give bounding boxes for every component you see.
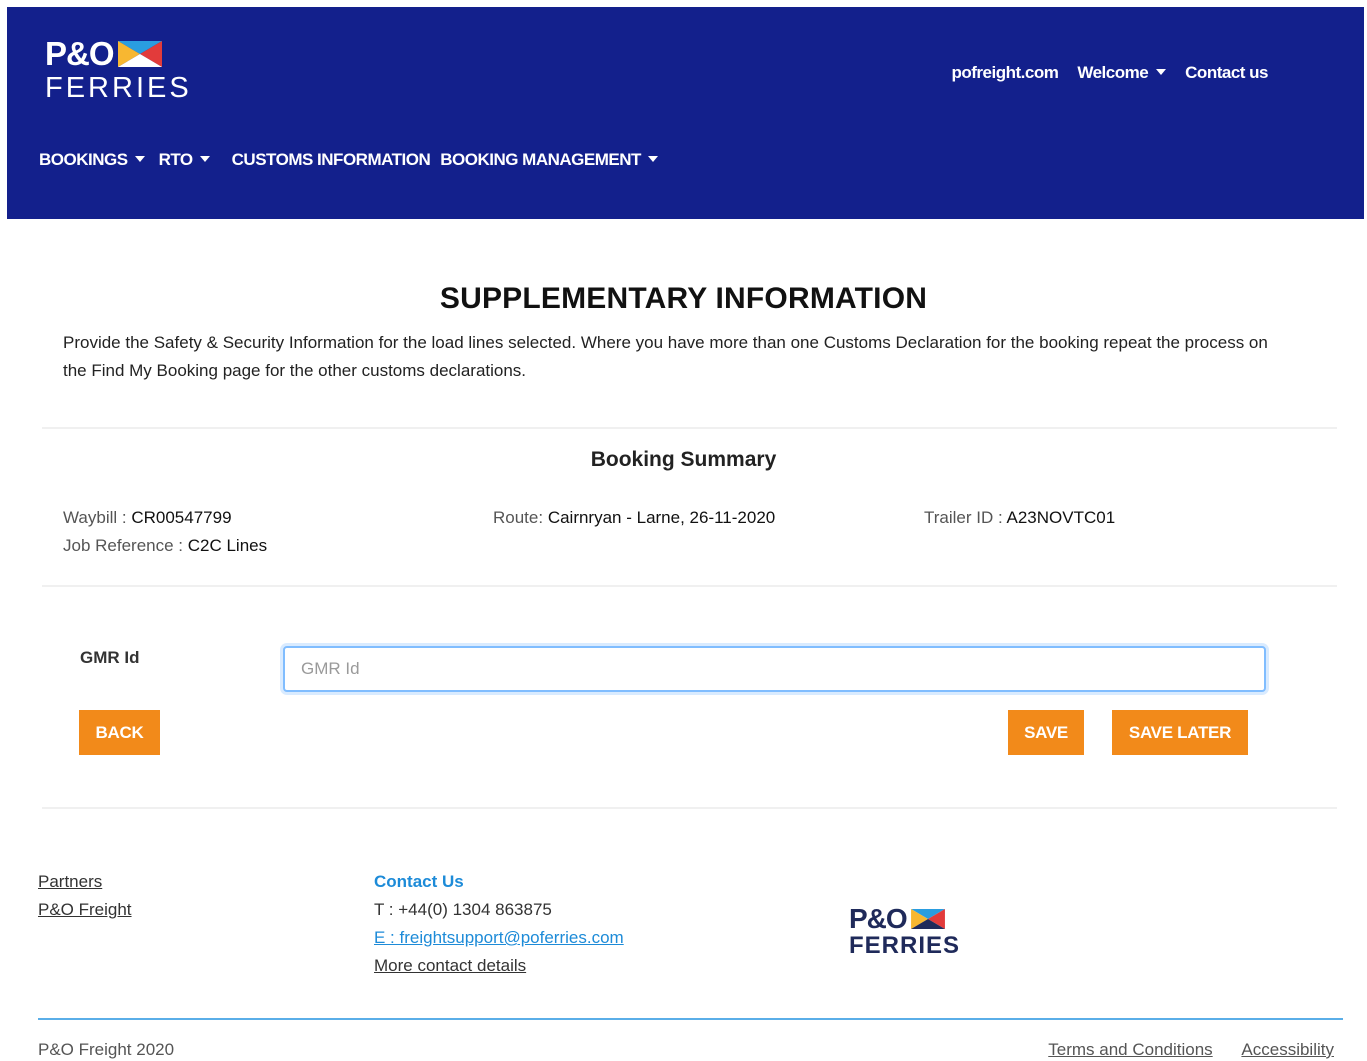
waybill-label: Waybill :	[63, 508, 132, 527]
footer-links: Partners P&O Freight	[38, 868, 132, 924]
divider	[42, 807, 1337, 809]
chevron-down-icon	[647, 156, 658, 162]
terms-and-conditions-link[interactable]: Terms and Conditions	[1048, 1040, 1212, 1059]
booking-summary-title: Booking Summary	[590, 448, 777, 471]
footer-logo: P&O FERRIES	[849, 905, 960, 959]
contact-us-link[interactable]: Contact us	[1185, 63, 1268, 83]
flag-icon	[910, 909, 945, 929]
main-nav: BOOKINGS RTO CUSTOMS INFORMATION BOOKING…	[39, 150, 668, 170]
nav-bookings[interactable]: BOOKINGS	[39, 150, 145, 170]
route-field: Route: Cairnryan - Larne, 26-11-2020	[493, 508, 775, 528]
more-contact-details-link[interactable]: More contact details	[374, 952, 624, 980]
back-button[interactable]: BACK	[79, 710, 160, 755]
intro-text: Provide the Safety & Security Informatio…	[63, 333, 1268, 380]
legal-links: Terms and Conditions Accessibility	[1024, 1040, 1334, 1060]
flag-icon	[117, 41, 162, 67]
trailer-id-value: A23NOVTC01	[1006, 508, 1116, 527]
brand-logo[interactable]: P&O FERRIES	[45, 35, 192, 104]
pofreight-link[interactable]: pofreight.com	[951, 63, 1058, 83]
welcome-dropdown[interactable]: Welcome	[1077, 63, 1167, 83]
trailer-id-field: Trailer ID : A23NOVTC01	[924, 508, 1115, 528]
footer-contact: Contact Us T : +44(0) 1304 863875 E : fr…	[374, 868, 624, 980]
nav-customs-information[interactable]: CUSTOMS INFORMATION	[232, 150, 431, 170]
footer-logo-text-bottom: FERRIES	[849, 932, 961, 959]
po-freight-link[interactable]: P&O Freight	[38, 896, 132, 924]
welcome-label: Welcome	[1077, 63, 1149, 82]
chevron-down-icon	[1156, 69, 1167, 75]
partners-link[interactable]: Partners	[38, 868, 132, 896]
gmr-id-input[interactable]	[283, 646, 1266, 692]
footer-logo-text-top: P&O	[849, 903, 908, 934]
waybill-field: Waybill : CR00547799	[63, 508, 232, 528]
copyright-text: P&O Freight 2020	[38, 1040, 175, 1059]
phone-number: T : +44(0) 1304 863875	[374, 900, 552, 919]
logo-text-top: P&O	[45, 35, 115, 72]
route-label: Route:	[493, 508, 548, 527]
gmr-id-label: GMR Id	[80, 648, 140, 667]
trailer-id-label: Trailer ID :	[924, 508, 1007, 527]
nav-bookings-label: BOOKINGS	[39, 150, 128, 169]
nav-booking-management[interactable]: BOOKING MANAGEMENT	[440, 150, 658, 170]
top-links: pofreight.com Welcome Contact us	[932, 63, 1268, 83]
job-reference-value: C2C Lines	[187, 536, 268, 555]
job-reference-label: Job Reference :	[63, 536, 188, 555]
save-button[interactable]: SAVE	[1008, 710, 1084, 755]
site-header: P&O FERRIES pofreight.com Welcome Contac…	[7, 7, 1364, 219]
divider	[42, 585, 1337, 587]
job-reference-field: Job Reference : C2C Lines	[63, 536, 267, 556]
footer-divider	[38, 1018, 1343, 1020]
contact-us-heading: Contact Us	[374, 872, 464, 891]
chevron-down-icon	[134, 156, 145, 162]
nav-booking-management-label: BOOKING MANAGEMENT	[440, 150, 641, 169]
route-value: Cairnryan - Larne, 26-11-2020	[547, 508, 776, 527]
email-link[interactable]: E : freightsupport@poferries.com	[374, 924, 624, 952]
logo-text-bottom: FERRIES	[45, 72, 192, 104]
chevron-down-icon	[199, 156, 210, 162]
waybill-value: CR00547799	[131, 508, 232, 527]
page-title: SUPPLEMENTARY INFORMATION	[439, 282, 928, 315]
nav-rto[interactable]: RTO	[159, 150, 210, 170]
nav-rto-label: RTO	[158, 150, 194, 169]
accessibility-link[interactable]: Accessibility	[1241, 1040, 1334, 1059]
divider	[42, 427, 1337, 429]
save-later-button[interactable]: SAVE LATER	[1112, 710, 1248, 755]
